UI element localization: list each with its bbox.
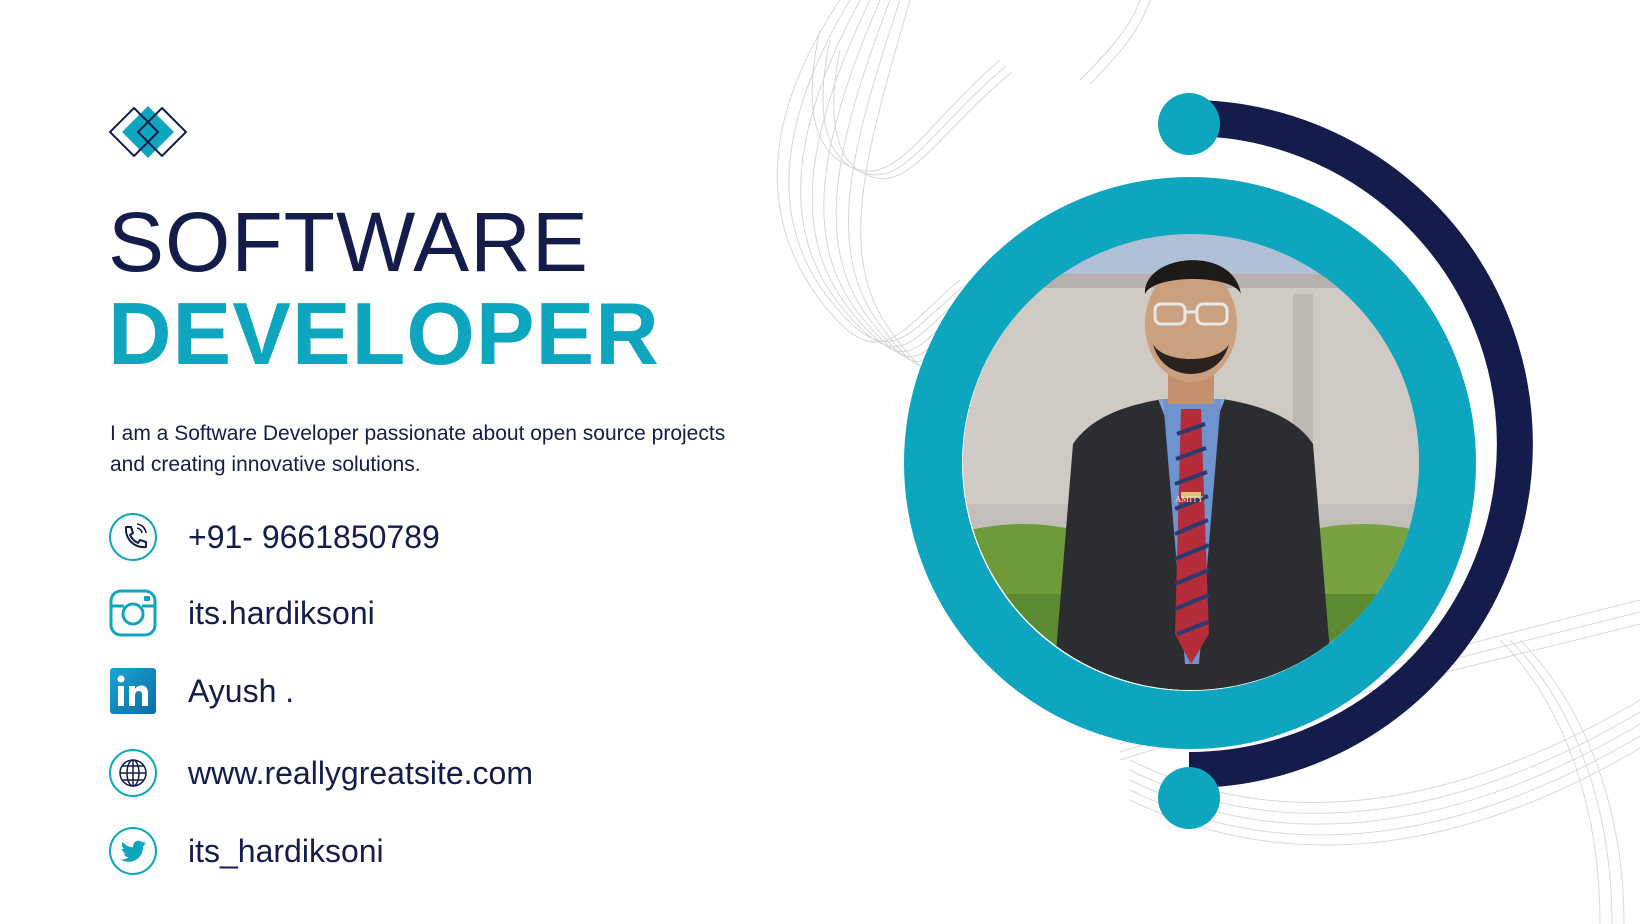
description-text: I am a Software Developer passionate abo… [110, 422, 726, 476]
title-developer: DEVELOPER [108, 284, 660, 383]
twitter-icon [109, 827, 157, 875]
linkedin-text: Ayush . [188, 672, 295, 709]
ring-dot-bottom [1158, 767, 1220, 829]
website-text: www.reallygreatsite.com [188, 754, 533, 791]
contact-linkedin[interactable]: Ayush . [108, 666, 294, 716]
contact-twitter[interactable]: its_hardiksoni [108, 826, 384, 876]
instagram-text: its.hardiksoni [188, 594, 375, 631]
twitter-text: its_hardiksoni [188, 832, 384, 869]
phone-text: +91- 9661850789 [188, 518, 440, 555]
linkedin-icon [110, 668, 156, 714]
phone-icon [109, 513, 157, 561]
contact-instagram[interactable]: its.hardiksoni [108, 588, 375, 638]
title-software: SOFTWARE [108, 195, 589, 289]
globe-icon [109, 749, 157, 797]
diamond-logo-icon [108, 106, 188, 158]
badge-text: AMITY [1174, 495, 1203, 504]
contact-website[interactable]: www.reallygreatsite.com [108, 748, 533, 798]
profile-photo: AMITY [963, 234, 1419, 690]
instagram-icon [109, 589, 157, 637]
ring-dot-top [1158, 93, 1220, 155]
contact-phone[interactable]: +91- 9661850789 [108, 512, 440, 562]
